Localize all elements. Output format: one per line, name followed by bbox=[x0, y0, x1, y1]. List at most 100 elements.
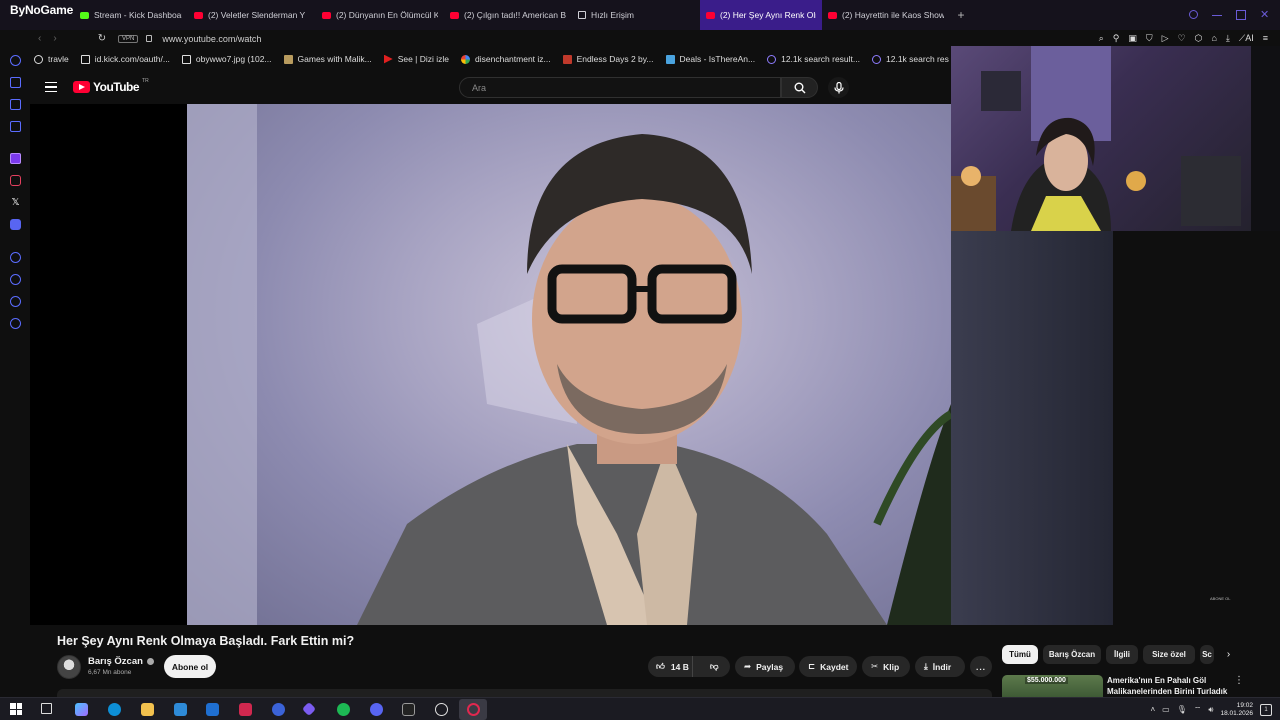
discord-icon[interactable] bbox=[10, 219, 21, 230]
new-tab-button[interactable]: + bbox=[950, 8, 972, 22]
microphone-icon[interactable]: 🎙︎ bbox=[1177, 705, 1187, 714]
reload-icon[interactable]: ↻ bbox=[94, 33, 110, 44]
messenger-icon[interactable] bbox=[10, 121, 21, 132]
tab-video[interactable]: (2) Dünyanın En Ölümcül K bbox=[316, 0, 444, 30]
obs-icon[interactable] bbox=[435, 703, 448, 716]
tab-speed-dial[interactable]: Hızlı Erişim bbox=[572, 0, 700, 30]
url-field[interactable]: www.youtube.com/watch bbox=[162, 34, 261, 44]
like-button[interactable]: 👍︎ 14 B bbox=[648, 656, 694, 677]
shield-icon[interactable]: ⛉ bbox=[1146, 33, 1153, 44]
youtube-logo[interactable]: YouTube TR bbox=[73, 78, 149, 94]
bookmark-item[interactable]: Endless Days 2 by... bbox=[557, 54, 660, 64]
search-input[interactable]: Ara bbox=[459, 77, 781, 98]
maximize-icon[interactable] bbox=[1236, 10, 1246, 20]
active-app-highlight[interactable] bbox=[459, 699, 487, 720]
gx-control-icon[interactable] bbox=[10, 55, 21, 66]
forward-icon[interactable]: › bbox=[53, 33, 56, 44]
wallet-icon[interactable]: ⌂ bbox=[1211, 33, 1216, 44]
app-icon[interactable] bbox=[272, 703, 285, 716]
windows-start-icon[interactable] bbox=[10, 703, 22, 715]
download-icon[interactable]: ⤓ bbox=[1226, 33, 1230, 44]
avatar[interactable] bbox=[57, 655, 81, 679]
close-icon[interactable]: ✕ bbox=[1260, 10, 1270, 21]
tab-video[interactable]: (2) Çılgın tadı!! American B bbox=[444, 0, 572, 30]
more-actions-button[interactable]: ... bbox=[970, 656, 992, 677]
search-tabs-icon[interactable] bbox=[1189, 10, 1198, 19]
task-view-icon[interactable] bbox=[41, 703, 52, 714]
bookmark-item[interactable]: travle bbox=[28, 54, 75, 64]
snapshot-icon[interactable]: ▣ bbox=[1128, 33, 1137, 44]
tab-video[interactable]: (2) Veletler Slenderman Y bbox=[188, 0, 316, 30]
cleaner-icon[interactable] bbox=[10, 99, 21, 110]
bookmark-item[interactable]: See | Dizi izle bbox=[378, 54, 455, 64]
chip-channel[interactable]: Barış Özcan bbox=[1043, 645, 1101, 664]
lock-icon[interactable] bbox=[146, 35, 153, 42]
bookmark-item[interactable]: disenchantment iz... bbox=[455, 54, 557, 64]
back-icon[interactable]: ‹ bbox=[38, 33, 41, 44]
subscribe-watermark[interactable]: ABONE OL bbox=[1210, 596, 1230, 601]
file-explorer-icon[interactable] bbox=[141, 703, 154, 716]
minimize-icon[interactable] bbox=[1212, 10, 1222, 16]
tab-video[interactable]: (2) Hayrettin ile Kaos Show bbox=[822, 0, 950, 30]
display-icon[interactable]: ▭ bbox=[1162, 705, 1170, 714]
dislike-button[interactable]: 👎︎ bbox=[698, 656, 730, 677]
discord-icon[interactable] bbox=[370, 703, 383, 716]
bookmark-item[interactable]: id.kick.com/oauth/... bbox=[75, 54, 176, 64]
subscribe-button[interactable]: Abone ol bbox=[164, 655, 216, 678]
mail-icon[interactable] bbox=[206, 703, 219, 716]
heart-icon[interactable]: ♡ bbox=[1178, 33, 1186, 44]
clock[interactable]: 19:02 18.01.2026 bbox=[1220, 702, 1253, 718]
chip-all[interactable]: Tümü bbox=[1002, 645, 1038, 664]
volume-icon[interactable]: 🔊︎ bbox=[1208, 705, 1213, 715]
chip-for-you[interactable]: Size özel bbox=[1143, 645, 1195, 664]
chevron-up-icon[interactable]: ˄ bbox=[1150, 705, 1155, 714]
player-icon[interactable] bbox=[10, 252, 21, 263]
epic-games-icon[interactable] bbox=[402, 703, 415, 716]
clip-button[interactable]: ✂ Klip bbox=[862, 656, 910, 677]
menu-icon[interactable]: ≡ bbox=[1263, 33, 1268, 44]
spotify-icon[interactable] bbox=[337, 703, 350, 716]
player-icon[interactable]: ▷ bbox=[1162, 33, 1169, 44]
instagram-icon[interactable] bbox=[10, 175, 21, 186]
description-box[interactable] bbox=[57, 689, 992, 697]
chip-more[interactable]: Sc bbox=[1200, 645, 1214, 664]
gx-corner-icon[interactable] bbox=[10, 77, 21, 88]
browser-brand-logo[interactable]: ByNoGame bbox=[0, 0, 74, 30]
settings-icon[interactable] bbox=[10, 318, 21, 329]
notification-icon[interactable]: 1 bbox=[1260, 703, 1272, 716]
chevron-right-icon[interactable]: › bbox=[1219, 645, 1238, 664]
zoom-icon[interactable]: ⌕ bbox=[1099, 33, 1104, 44]
app-icon[interactable] bbox=[239, 703, 252, 716]
search-button[interactable] bbox=[781, 77, 818, 98]
recommended-title[interactable]: Amerika'nın En Pahalı Göl Malikanelerind… bbox=[1107, 675, 1231, 697]
extensions-icon[interactable]: ⬡ bbox=[1195, 33, 1203, 44]
kebab-menu-icon[interactable]: ⋮ bbox=[1234, 675, 1244, 686]
share-button[interactable]: ➦ Paylaş bbox=[735, 656, 795, 677]
bookmark-item[interactable]: 12.1k search result... bbox=[761, 54, 866, 64]
bookmark-item[interactable]: 12.1k search res bbox=[866, 54, 955, 64]
copilot-icon[interactable] bbox=[75, 703, 88, 716]
history-icon[interactable] bbox=[10, 274, 21, 285]
bookmark-item[interactable]: Games with Malik... bbox=[278, 54, 378, 64]
extensions-icon[interactable] bbox=[10, 296, 21, 307]
wifi-icon[interactable]: ⌔ bbox=[1194, 705, 1202, 715]
video-frame[interactable] bbox=[187, 104, 951, 625]
save-button[interactable]: ⊏ Kaydet bbox=[799, 656, 857, 677]
aria-ai-button[interactable]: ⟋AI bbox=[1239, 33, 1254, 44]
download-button[interactable]: ⤓ İndir bbox=[915, 656, 965, 677]
vpn-badge[interactable]: VPN bbox=[118, 34, 139, 43]
channel-name-link[interactable]: Barış Özcan bbox=[88, 656, 154, 667]
chip-related[interactable]: İlgili bbox=[1106, 645, 1138, 664]
bookmark-item[interactable]: obywwo7.jpg (102... bbox=[176, 54, 278, 64]
pin-icon[interactable]: ⚲ bbox=[1113, 33, 1120, 44]
voice-search-button[interactable] bbox=[828, 77, 849, 98]
tab-kick-dashboard[interactable]: Stream - Kick Dashboard bbox=[74, 0, 188, 30]
store-icon[interactable] bbox=[174, 703, 187, 716]
bookmark-item[interactable]: Deals - IsThereAn... bbox=[660, 54, 762, 64]
tab-active-video[interactable]: (2) Her Şey Aynı Renk Olm bbox=[700, 0, 822, 30]
menu-icon[interactable] bbox=[45, 82, 57, 92]
x-twitter-icon[interactable]: 𝕏 bbox=[10, 197, 21, 208]
app-icon[interactable] bbox=[301, 701, 317, 717]
edge-icon[interactable] bbox=[108, 703, 121, 716]
twitch-icon[interactable] bbox=[10, 153, 21, 164]
